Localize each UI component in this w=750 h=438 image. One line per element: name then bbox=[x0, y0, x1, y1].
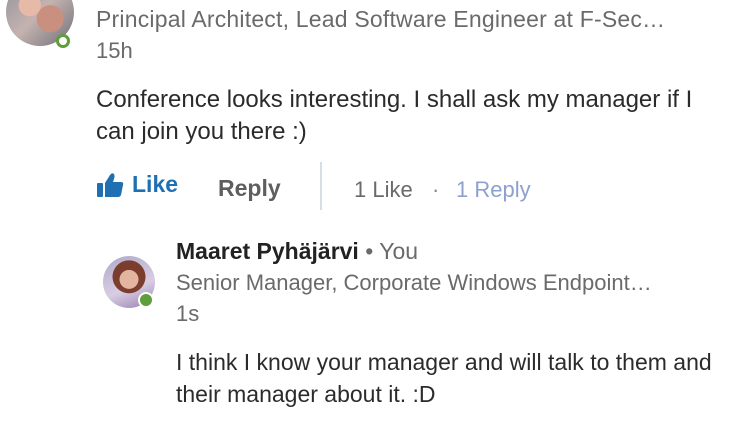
you-badge: • You bbox=[365, 238, 419, 264]
separator-dot: · bbox=[432, 177, 440, 202]
comment-actions: Like Reply 1 Like · 1 Reply bbox=[96, 162, 736, 210]
thumbs-up-icon bbox=[96, 172, 124, 198]
author-name[interactable]: Maaret Pyhäjärvi bbox=[176, 238, 359, 264]
divider bbox=[320, 162, 322, 210]
comment-text: Conference looks interesting. I shall as… bbox=[96, 86, 693, 145]
online-status-icon bbox=[138, 292, 154, 308]
author-headline: Senior Manager, Corporate Windows Endpoi… bbox=[176, 270, 652, 295]
reply-button[interactable]: Reply bbox=[218, 175, 281, 202]
author-line: Maaret Pyhäjärvi • You bbox=[176, 238, 418, 265]
author-headline: Principal Architect, Lead Software Engin… bbox=[96, 6, 666, 32]
like-count[interactable]: 1 Like bbox=[354, 177, 413, 203]
comment-text: I think I know your manager and will tal… bbox=[176, 349, 712, 407]
reply-count[interactable]: 1 Reply bbox=[456, 177, 531, 203]
comment-timestamp: 1s bbox=[176, 301, 200, 326]
comment-timestamp: 15h bbox=[96, 38, 133, 63]
like-label: Like bbox=[132, 171, 179, 197]
online-status-icon bbox=[56, 34, 70, 48]
like-button[interactable]: Like bbox=[96, 171, 178, 198]
